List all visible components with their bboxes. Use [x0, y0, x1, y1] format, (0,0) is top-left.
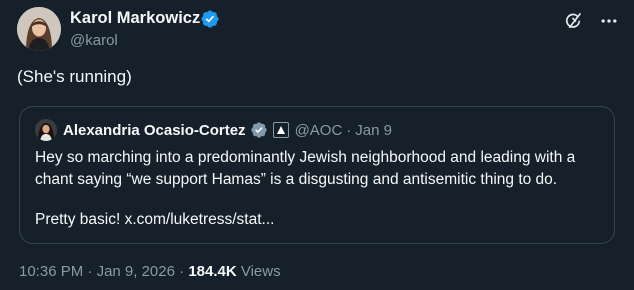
verified-badge-icon	[201, 10, 219, 28]
views-label: Views	[240, 263, 281, 280]
author-avatar[interactable]	[17, 7, 61, 51]
quote-date[interactable]: Jan 9	[355, 122, 392, 139]
views-count: 184.4K	[188, 263, 237, 280]
quote-author-name[interactable]: Alexandria Ocasio-Cortez	[63, 122, 246, 139]
author-handle[interactable]: @karol	[70, 32, 118, 49]
tweet-time[interactable]: 10:36 PM	[19, 263, 83, 280]
government-affiliation-icon[interactable]	[272, 122, 289, 138]
tweet-text: (She's running)	[17, 67, 132, 86]
quote-text-line: Pretty basic! x.com/luketress/stat...	[35, 211, 275, 228]
tweet-actions	[562, 10, 620, 32]
tweet-meta: 10:36 PM · Jan 9, 2026 · 184.4K Views	[19, 263, 281, 280]
quote-author-handle[interactable]: @AOC	[295, 122, 343, 139]
quote-separator: ·	[346, 121, 352, 139]
quote-text-line: Hey so marching into a predominantly Jew…	[35, 149, 576, 166]
quote-verified-badge-icon	[250, 122, 267, 138]
author-name[interactable]: Karol Markowicz	[70, 9, 200, 28]
grok-icon[interactable]	[562, 10, 584, 32]
quote-author-avatar[interactable]	[35, 119, 57, 141]
tweet-date[interactable]: Jan 9, 2026	[97, 263, 175, 280]
quote-tweet[interactable]: Alexandria Ocasio-Cortez @AOC · Jan 9 He…	[19, 106, 615, 244]
meta-separator: ·	[179, 263, 185, 280]
tweet-card: Karol Markowicz @karol (She's running) A…	[0, 0, 634, 290]
quote-header: Alexandria Ocasio-Cortez @AOC · Jan 9	[63, 121, 392, 139]
quote-text-line: chant saying “we support Hamas” is a dis…	[35, 171, 558, 188]
more-icon[interactable]	[598, 10, 620, 32]
meta-separator: ·	[87, 263, 93, 280]
